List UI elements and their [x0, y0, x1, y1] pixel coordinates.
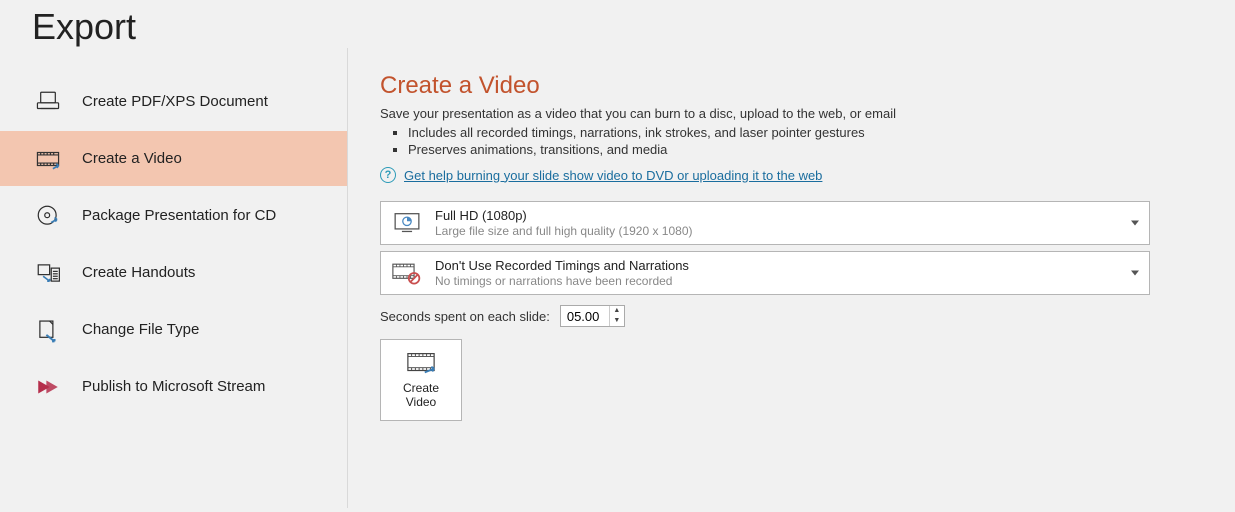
timings-sub: No timings or narrations have been recor… — [435, 274, 1139, 288]
bullet-item: Includes all recorded timings, narration… — [408, 125, 1235, 140]
change-filetype-icon — [32, 314, 64, 346]
sidebar-item-create-handouts[interactable]: Create Handouts — [0, 245, 347, 300]
timings-title: Don't Use Recorded Timings and Narration… — [435, 258, 1139, 273]
create-video-label: Create Video — [403, 381, 439, 409]
spinner-up[interactable]: ▲ — [610, 306, 624, 316]
sidebar-item-package-cd[interactable]: Package Presentation for CD — [0, 188, 347, 243]
bullet-item: Preserves animations, transitions, and m… — [408, 142, 1235, 157]
page-title: Export — [0, 0, 1235, 48]
sidebar-item-label: Create PDF/XPS Document — [82, 93, 268, 110]
quality-title: Full HD (1080p) — [435, 208, 1139, 223]
monitor-icon — [391, 210, 423, 236]
main-description: Save your presentation as a video that y… — [380, 106, 1235, 121]
seconds-label: Seconds spent on each slide: — [380, 309, 550, 324]
sidebar-item-label: Create Handouts — [82, 264, 195, 281]
sidebar-item-publish-stream[interactable]: Publish to Microsoft Stream — [0, 359, 347, 414]
cd-icon — [32, 200, 64, 232]
seconds-input[interactable] — [561, 306, 609, 326]
timings-dropdown[interactable]: Don't Use Recorded Timings and Narration… — [380, 251, 1150, 295]
chevron-down-icon — [1131, 221, 1139, 226]
sidebar-item-change-filetype[interactable]: Change File Type — [0, 302, 347, 357]
seconds-spinner[interactable]: ▲ ▼ — [560, 305, 625, 327]
sidebar-item-create-pdf[interactable]: Create PDF/XPS Document — [0, 74, 347, 129]
filmstrip-blocked-icon — [391, 260, 423, 286]
sidebar-item-create-video[interactable]: Create a Video — [0, 131, 347, 186]
sidebar-item-label: Change File Type — [82, 321, 199, 338]
feature-bullets: Includes all recorded timings, narration… — [380, 125, 1235, 157]
filmstrip-arrow-icon — [406, 351, 436, 375]
main-title: Create a Video — [380, 72, 1235, 100]
stream-icon — [32, 371, 64, 403]
export-sidebar: Create PDF/XPS Document Create — [0, 48, 348, 508]
create-video-button[interactable]: Create Video — [380, 339, 462, 421]
main-panel: Create a Video Save your presentation as… — [348, 48, 1235, 508]
help-link[interactable]: Get help burning your slide show video t… — [404, 168, 822, 183]
filmstrip-icon — [32, 143, 64, 175]
video-quality-dropdown[interactable]: Full HD (1080p) Large file size and full… — [380, 201, 1150, 245]
chevron-down-icon — [1131, 271, 1139, 276]
spinner-down[interactable]: ▼ — [610, 316, 624, 326]
sidebar-item-label: Publish to Microsoft Stream — [82, 378, 265, 395]
help-icon: ? — [380, 167, 396, 183]
handouts-icon — [32, 257, 64, 289]
sidebar-item-label: Create a Video — [82, 150, 182, 167]
sidebar-item-label: Package Presentation for CD — [82, 207, 276, 224]
quality-sub: Large file size and full high quality (1… — [435, 224, 1139, 238]
document-pdf-icon — [32, 86, 64, 118]
